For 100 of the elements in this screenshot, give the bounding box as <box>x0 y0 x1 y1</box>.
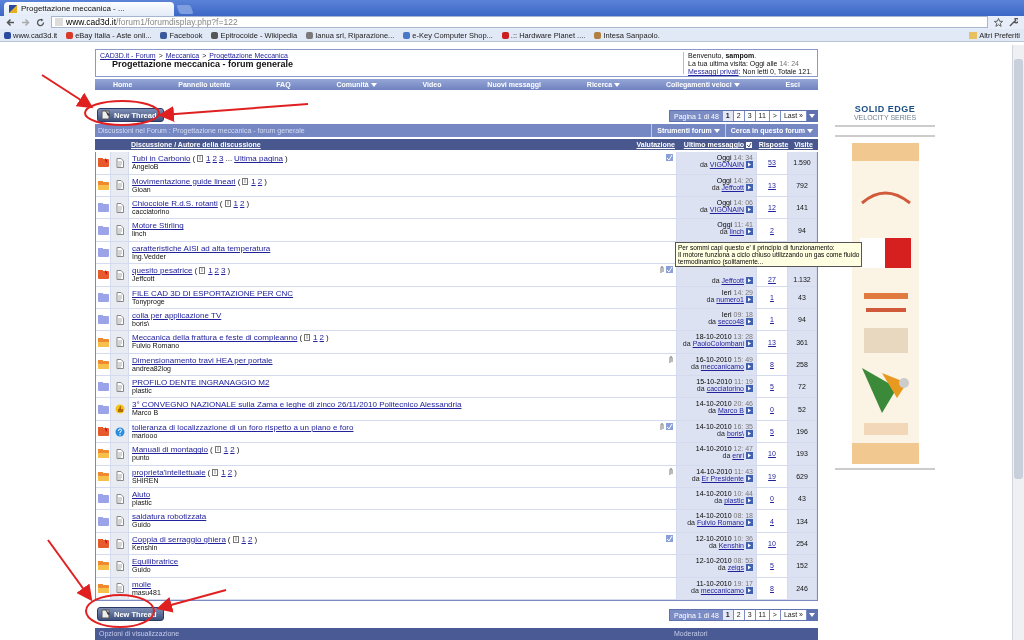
pages-close-paren: ) <box>227 266 231 276</box>
pages-open-paren: ( <box>207 467 211 477</box>
page-link[interactable]: 1 <box>251 176 256 186</box>
page-link[interactable]: 1 <box>233 198 238 208</box>
thread-title-link[interactable]: Dimensionamento travi HEA per portale <box>132 355 273 365</box>
reload-icon[interactable] <box>36 17 45 27</box>
go-to-post-icon[interactable] <box>746 452 753 460</box>
go-to-post-icon[interactable] <box>746 362 753 370</box>
go-to-post-icon[interactable] <box>746 340 753 348</box>
pages-open-paren: ( <box>194 266 198 276</box>
sort-icon[interactable] <box>746 141 753 148</box>
thread-title-link[interactable]: Aiuto <box>132 490 151 500</box>
go-to-post-icon[interactable] <box>746 564 753 572</box>
pages-open-paren: ( <box>192 154 196 164</box>
go-to-post-icon[interactable] <box>746 183 753 191</box>
thread-title-link[interactable]: PROFILO DENTE INGRANAGGIO M2 <box>132 378 270 388</box>
scrollbar[interactable] <box>1012 45 1024 640</box>
page-link[interactable]: 1 <box>313 333 318 343</box>
go-to-post-icon[interactable] <box>746 474 753 482</box>
last-page-link[interactable]: Ultima pagina <box>234 154 284 164</box>
wrench-icon[interactable] <box>1009 17 1018 27</box>
go-to-post-icon[interactable] <box>746 407 753 415</box>
pages-close-paren: ) <box>326 333 329 343</box>
browser-tab[interactable]: Progettazione meccanica - ... <box>4 1 174 16</box>
page-link[interactable]: 2 <box>214 266 220 276</box>
go-to-post-icon[interactable] <box>746 429 753 437</box>
folder-icon <box>969 31 978 39</box>
pages-close-paren: ) <box>246 198 250 208</box>
arrow-annotation <box>47 539 93 602</box>
multipage-icon <box>214 446 222 454</box>
page-icon <box>55 18 63 27</box>
thread-title-link[interactable]: Coppia di serraggio ghiera <box>132 534 226 544</box>
page-link[interactable]: 2 <box>239 198 245 208</box>
page-link[interactable]: 1 <box>206 154 211 164</box>
multipage-icon <box>304 334 312 342</box>
multipage-icon <box>199 267 207 275</box>
page-link[interactable]: 2 <box>227 467 233 477</box>
thread-title-link[interactable]: Meccanica della frattura e feste di compleanno <box>132 333 298 343</box>
forum-title: Progettazione meccanica - forum generale <box>111 59 294 70</box>
page-link[interactable]: 2 <box>319 333 324 343</box>
multipage-icon <box>197 155 205 163</box>
go-to-post-icon[interactable] <box>746 541 753 549</box>
go-to-post-icon[interactable] <box>746 205 753 213</box>
address-field[interactable]: www.cad3d.it/forum1/forumdisplay.php?f=122 <box>51 16 988 29</box>
page-menu-button[interactable] <box>807 610 817 620</box>
thread-title-link[interactable]: caratteristiche AISI ad alta temperatura <box>132 243 271 253</box>
page-link[interactable]: 2 <box>230 445 235 455</box>
pages-close-paren: ) <box>236 445 240 455</box>
go-to-post-icon[interactable] <box>746 161 753 169</box>
back-icon[interactable] <box>6 17 15 27</box>
pages-close-paren: ) <box>285 154 288 164</box>
go-to-post-icon[interactable] <box>746 586 753 594</box>
page-link[interactable]: 2 <box>247 534 253 544</box>
multipage-icon <box>224 199 232 207</box>
page-link[interactable]: 1 <box>221 467 226 477</box>
new-post-icon <box>101 609 111 619</box>
new-post-icon <box>101 110 111 121</box>
go-to-post-icon[interactable] <box>746 317 753 325</box>
go-to-post-icon[interactable] <box>746 497 753 505</box>
page-link[interactable]: 1 <box>223 445 229 455</box>
thread-title-link[interactable]: Chiocciole R.d.S. rotanti <box>132 198 218 208</box>
pages-open-paren: ( <box>219 198 223 208</box>
multipage-icon <box>232 535 240 543</box>
thread-title-link[interactable]: saldatura robotizzata <box>132 512 207 522</box>
thread-title-link[interactable]: tolleranza di localizzazione di un foro rispetto a un piano e foro <box>132 422 354 432</box>
go-to-post-icon[interactable] <box>746 276 753 284</box>
multipage-icon <box>212 468 220 476</box>
thread-title-link[interactable]: 3° CONVEGNO NAZIONALE sulla Zama e leghe di zinco 26/11/2010 Politecnico Alessandria <box>132 400 462 410</box>
star-icon[interactable] <box>994 17 1003 27</box>
page-link[interactable]: 2 <box>257 176 263 186</box>
thread-title-link[interactable]: FILE CAD 3D DI ESPORTAZIONE PER CNC <box>132 288 294 298</box>
favicon-icon <box>9 4 17 13</box>
circle-annotation <box>85 594 155 628</box>
page-link[interactable]: 1 <box>208 266 213 276</box>
thread-title-link[interactable]: molle <box>132 579 152 589</box>
page-link[interactable]: 2 <box>212 154 217 164</box>
arrow-annotation <box>41 74 94 109</box>
pages-close-paren: ) <box>264 176 267 186</box>
thread-title-link[interactable]: Manuali di montaggio <box>132 445 209 455</box>
page-menu-button[interactable] <box>807 111 817 122</box>
thread-title-link[interactable]: Equilibratrice <box>132 557 179 567</box>
go-to-post-icon[interactable] <box>746 519 753 527</box>
thread-title-link[interactable]: proprieta'intellettuale <box>132 467 206 477</box>
thread-title-link[interactable]: Motore Stirling <box>132 221 184 231</box>
page-link[interactable]: 3 <box>219 154 224 164</box>
thread-title-link[interactable]: colla per applicazione TV <box>132 310 222 320</box>
go-to-post-icon[interactable] <box>746 385 753 393</box>
pages-open-paren: ( <box>299 333 303 343</box>
go-to-post-icon[interactable] <box>746 228 753 236</box>
thread-title-link[interactable]: Movimentazione guide lineari <box>132 176 236 186</box>
thread-title-link[interactable]: Tubi in Carbonio <box>132 154 191 164</box>
page-link[interactable]: 3 <box>221 266 226 276</box>
pages-open-paren: ( <box>210 445 213 455</box>
url-text: www.cad3d.it/forum1/forumdisplay.php?f=122 <box>66 17 238 28</box>
pages-open-paren: ( <box>237 176 241 186</box>
thread-title-link[interactable]: quesito pesatrice <box>132 266 193 276</box>
pages-ellipsis: ... <box>225 154 233 164</box>
pages-close-paren: ) <box>234 467 237 477</box>
go-to-post-icon[interactable] <box>746 295 753 303</box>
page-link[interactable]: 1 <box>241 534 246 544</box>
